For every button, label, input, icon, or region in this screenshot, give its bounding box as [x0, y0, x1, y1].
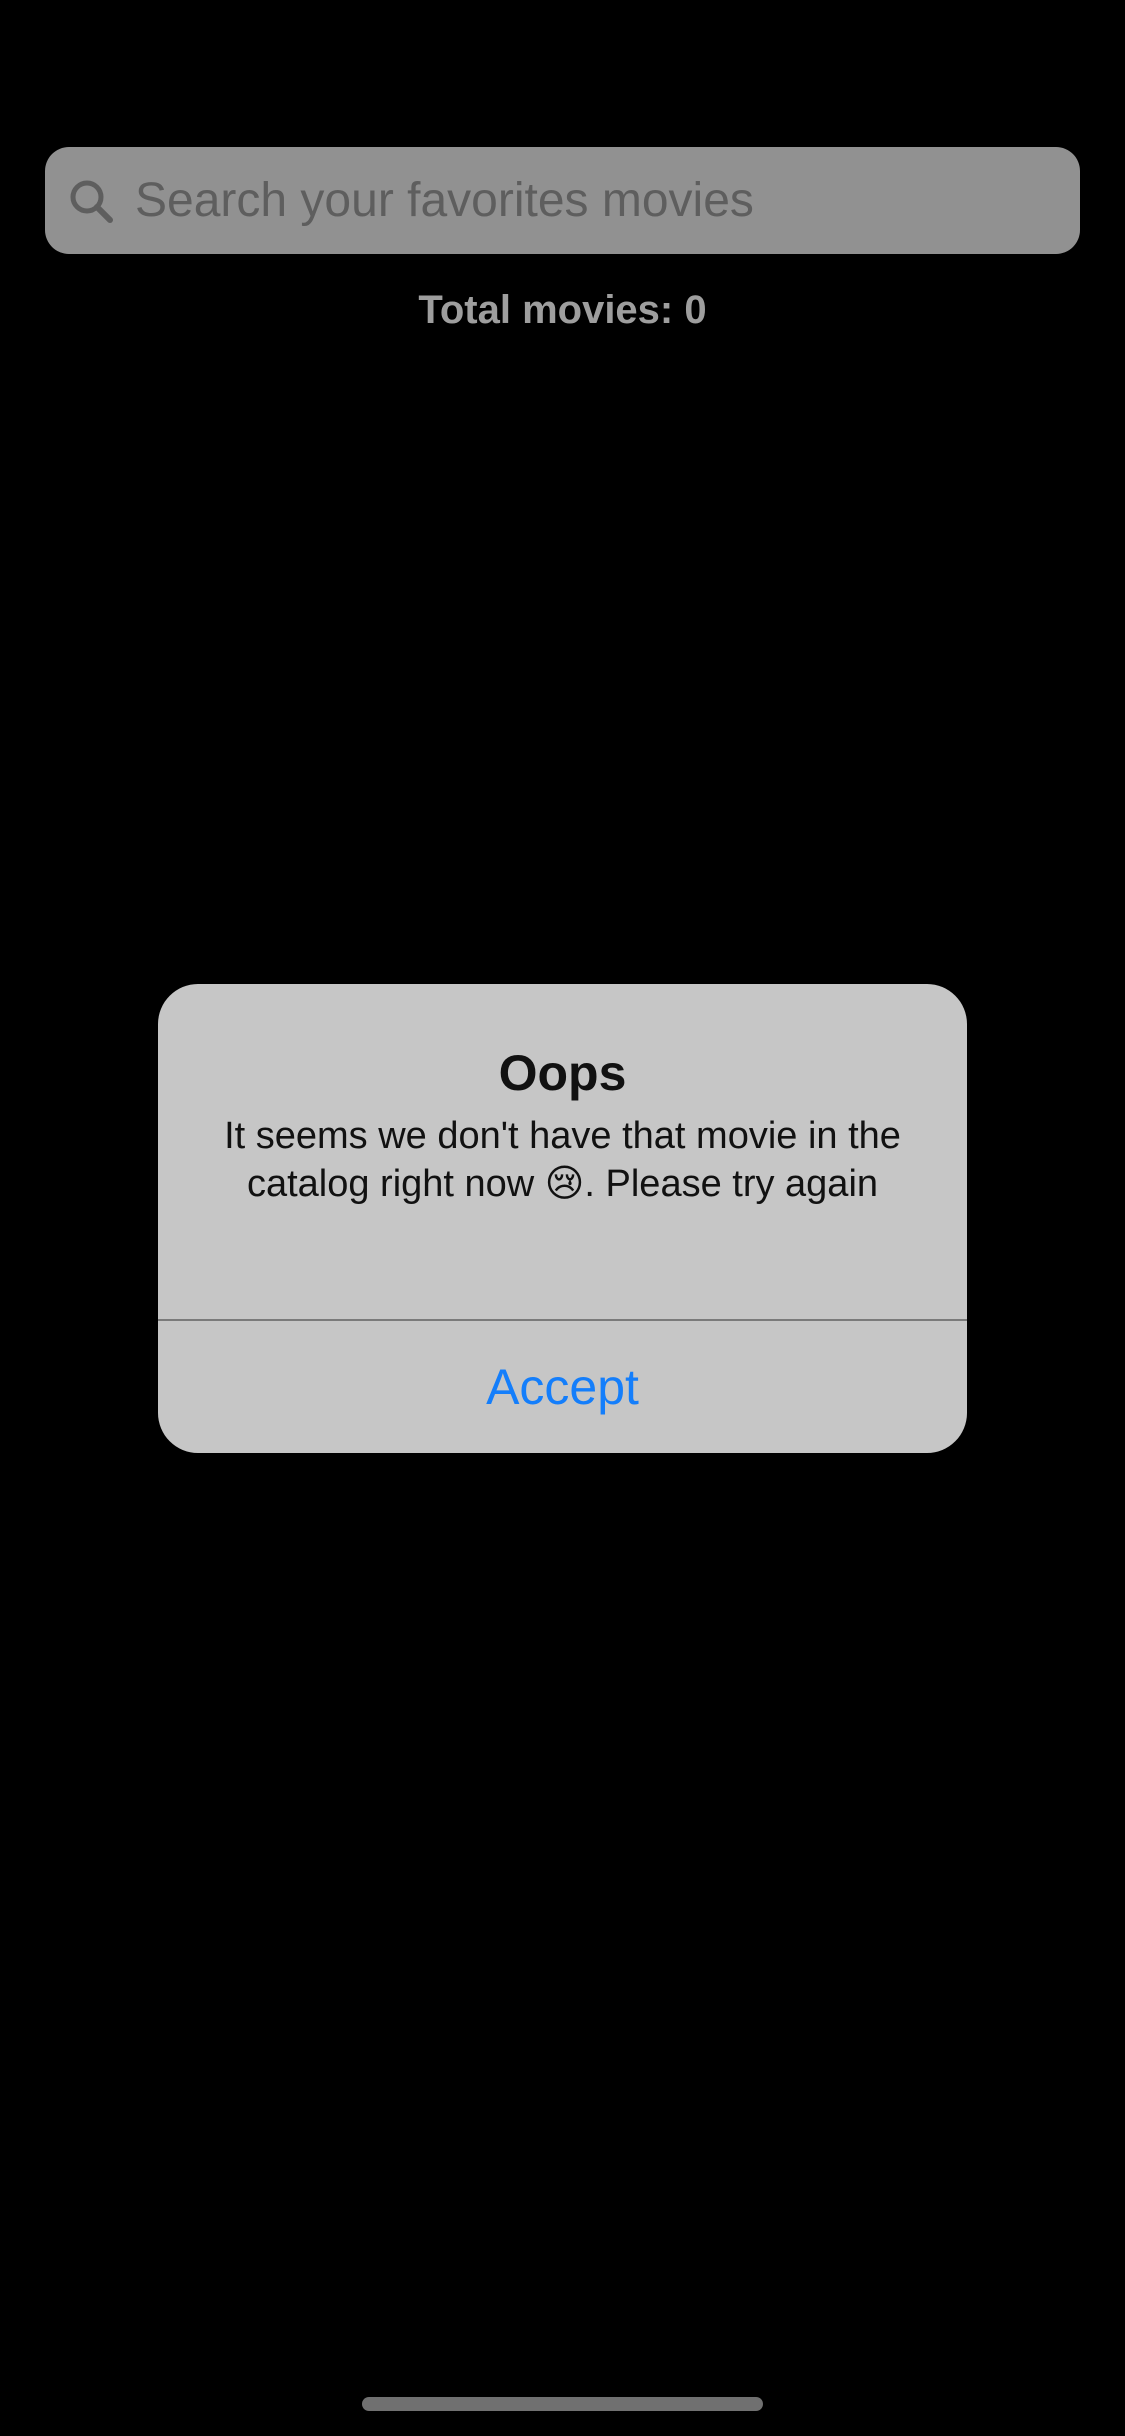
modal-overlay: Oops It seems we don't have that movie i…	[0, 0, 1125, 2436]
accept-button[interactable]: Accept	[158, 1321, 967, 1453]
home-indicator[interactable]	[362, 2397, 763, 2411]
alert-title: Oops	[498, 1045, 627, 1101]
alert-message: It seems we don't have that movie in the…	[224, 1115, 901, 1205]
alert-dialog: Oops It seems we don't have that movie i…	[158, 984, 967, 1453]
